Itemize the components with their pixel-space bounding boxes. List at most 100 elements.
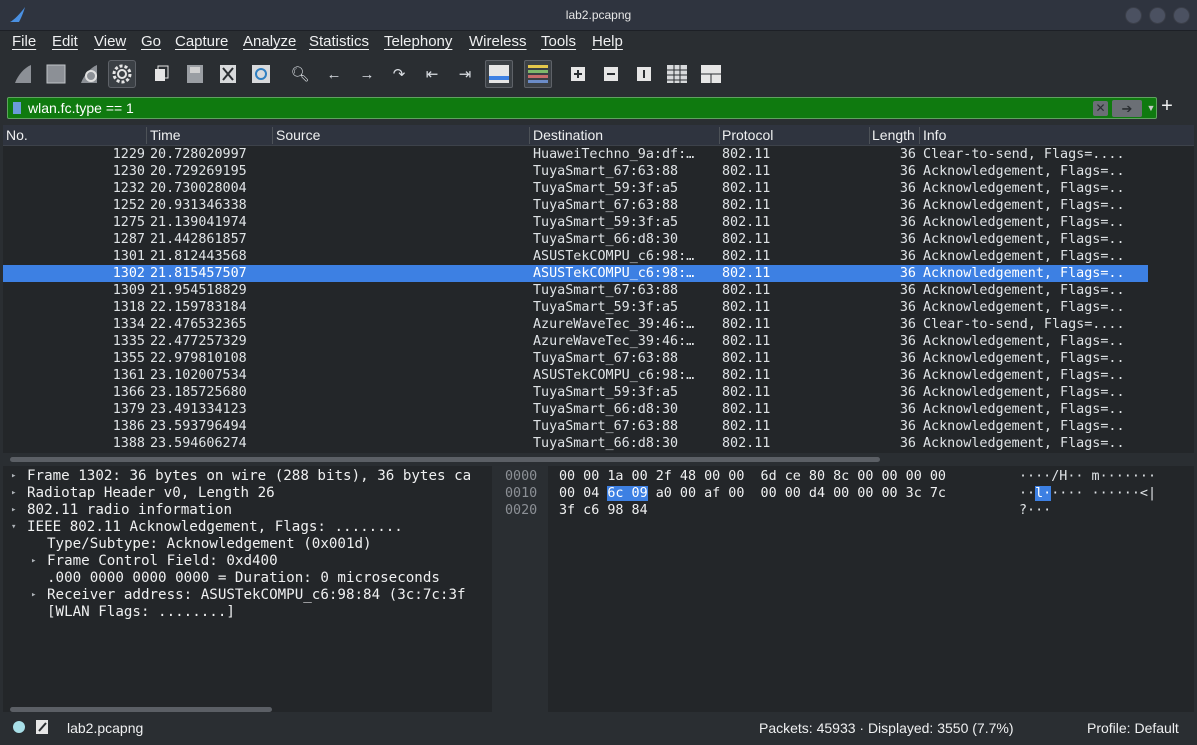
first-packet-icon[interactable]: ⇤ [418,60,446,88]
menu-wireless[interactable]: Wireless [469,33,527,50]
menu-capture[interactable]: Capture [175,33,228,50]
table-row[interactable]: 1361 23.102007534 ASUSTekCOMPU_c6:98:… 802.… [3,367,1148,384]
last-packet-icon[interactable]: ⇥ [451,60,479,88]
layout-icon[interactable] [697,60,725,88]
filter-history-dropdown-icon[interactable]: ▼ [1145,100,1157,116]
autoscroll-icon[interactable] [485,60,513,88]
packet-list-scrollbar[interactable] [10,457,880,462]
menu-telephony[interactable]: Telephony [384,33,452,50]
table-row[interactable]: 1229 20.728020997 HuaweiTechno_9a:df:… 802.… [3,146,1148,163]
hex-ascii[interactable]: ?··· [1019,502,1051,519]
table-row[interactable]: 1232 20.730028004 TuyaSmart_59:3f:a5 802.11… [3,180,1148,197]
column-source[interactable]: Source [276,127,320,143]
menu-tools[interactable]: Tools [541,33,576,50]
hex-ascii[interactable]: ··l····· ······<| [1019,485,1156,502]
status-profile[interactable]: Profile: Default [1087,720,1179,736]
zoom-out-icon[interactable] [597,60,625,88]
go-to-packet-icon[interactable]: ↷ [385,60,413,88]
table-row[interactable]: 1275 21.139041974 TuyaSmart_59:3f:a5 802.11… [3,214,1148,231]
normal-size-icon[interactable] [630,60,658,88]
apply-filter-arrow-icon[interactable]: ➔ [1112,100,1142,117]
column-separator[interactable] [529,127,530,144]
close-button[interactable] [1173,7,1190,24]
table-row[interactable]: 1287 21.442861857 TuyaSmart_66:d8:30 802.11… [3,231,1148,248]
column-no[interactable]: No. [6,127,28,143]
collapsed-arrow-icon[interactable]: ▸ [11,468,21,485]
table-row[interactable]: 1366 23.185725680 TuyaSmart_59:3f:a5 802.11… [3,384,1148,401]
column-separator[interactable] [146,127,147,144]
save-file-icon[interactable] [181,60,209,88]
table-row[interactable]: 1309 21.954518829 TuyaSmart_67:63:88 802.11… [3,282,1148,299]
display-filter-input[interactable] [28,99,1088,117]
table-row[interactable]: 1230 20.729269195 TuyaSmart_67:63:88 802.11… [3,163,1148,180]
collapsed-arrow-icon[interactable]: ▸ [11,485,21,502]
menu-statistics[interactable]: Statistics [309,33,369,50]
table-row[interactable]: 1334 22.476532365 AzureWaveTec_39:46:… 802.… [3,316,1148,333]
hex-bytes[interactable]: 00 04 6c 09 a0 00 af 00 00 00 d4 00 00 0… [559,485,946,502]
column-protocol[interactable]: Protocol [722,127,773,143]
menu-view[interactable]: View [94,33,126,50]
cell-protocol: 802.11 [722,385,771,400]
table-row[interactable]: 1302 21.815457507 ASUSTekCOMPU_c6:98:… 802.… [3,265,1148,282]
table-row[interactable]: 1318 22.159783184 TuyaSmart_59:3f:a5 802.11… [3,299,1148,316]
hex-ascii[interactable]: ····/H·· m······· [1019,468,1156,485]
go-forward-icon[interactable]: → [353,60,381,88]
open-file-icon[interactable] [147,60,175,88]
column-destination[interactable]: Destination [533,127,603,143]
table-row[interactable]: 1252 20.931346338 TuyaSmart_67:63:88 802.11… [3,197,1148,214]
menu-file[interactable]: File [12,33,36,50]
detail-tree-label: Type/Subtype: Acknowledgement (0x001d) [47,536,372,552]
zoom-in-icon[interactable] [564,60,592,88]
collapsed-arrow-icon[interactable]: ▸ [11,502,21,519]
cell-length: 36 [899,317,916,332]
table-row[interactable]: 1301 21.812443568 ASUSTekCOMPU_c6:98:… 802.… [3,248,1148,265]
table-row[interactable]: 1355 22.979810108 TuyaSmart_67:63:88 802.11… [3,350,1148,367]
menu-go[interactable]: Go [141,33,161,50]
table-row[interactable]: 1379 23.491334123 TuyaSmart_66:d8:30 802.11… [3,401,1148,418]
menu-edit[interactable]: Edit [52,33,78,50]
resize-columns-icon[interactable] [663,60,691,88]
restart-capture-icon[interactable] [75,60,103,88]
cell-no: 1318 [112,300,145,315]
column-separator[interactable] [719,127,720,144]
hex-offset: 0020 [505,503,538,518]
reload-file-icon[interactable] [247,60,275,88]
cell-no: 1230 [112,164,145,179]
capture-options-gear-icon[interactable] [108,60,136,88]
cell-info: Acknowledgement, Flags=.. [923,266,1125,281]
status-file: lab2.pcapng [67,720,144,736]
minimize-button[interactable] [1125,7,1142,24]
cell-time: 21.815457507 [150,266,247,281]
table-row[interactable]: 1335 22.477257329 AzureWaveTec_39:46:… 802.… [3,333,1148,350]
column-separator[interactable] [869,127,870,144]
column-length[interactable]: Length [872,127,915,143]
cell-info: Acknowledgement, Flags=.. [923,215,1125,230]
filter-bookmark-icon[interactable] [13,102,21,114]
details-scrollbar[interactable] [10,707,272,712]
add-filter-button-icon[interactable]: + [1158,95,1176,117]
find-packet-icon[interactable]: 🔍︎ [286,60,314,88]
hex-bytes[interactable]: 3f c6 98 84 [559,502,648,519]
hex-bytes[interactable]: 00 00 1a 00 2f 48 00 00 6d ce 80 8c 00 0… [559,468,946,485]
column-info[interactable]: Info [923,127,946,143]
column-separator[interactable] [272,127,273,144]
cell-destination: TuyaSmart_67:63:88 [533,351,679,366]
collapsed-arrow-icon[interactable]: ▸ [31,587,41,604]
go-back-icon[interactable]: ← [320,60,348,88]
collapsed-arrow-icon[interactable]: ▸ [31,553,41,570]
column-separator[interactable] [919,127,920,144]
column-time[interactable]: Time [150,127,181,143]
start-capture-icon[interactable] [9,60,37,88]
expanded-arrow-icon[interactable]: ▾ [11,519,21,536]
capture-comments-icon[interactable] [35,719,49,735]
expert-info-icon[interactable] [12,720,26,734]
close-file-icon[interactable] [214,60,242,88]
menu-analyze[interactable]: Analyze [243,33,296,50]
stop-capture-icon[interactable] [42,60,70,88]
table-row[interactable]: 1388 23.594606274 TuyaSmart_66:d8:30 802.11… [3,435,1148,452]
maximize-button[interactable] [1149,7,1166,24]
colorize-icon[interactable] [524,60,552,88]
menu-help[interactable]: Help [592,33,623,50]
clear-filter-icon[interactable]: ✕ [1093,101,1108,116]
table-row[interactable]: 1386 23.593796494 TuyaSmart_67:63:88 802.11… [3,418,1148,435]
